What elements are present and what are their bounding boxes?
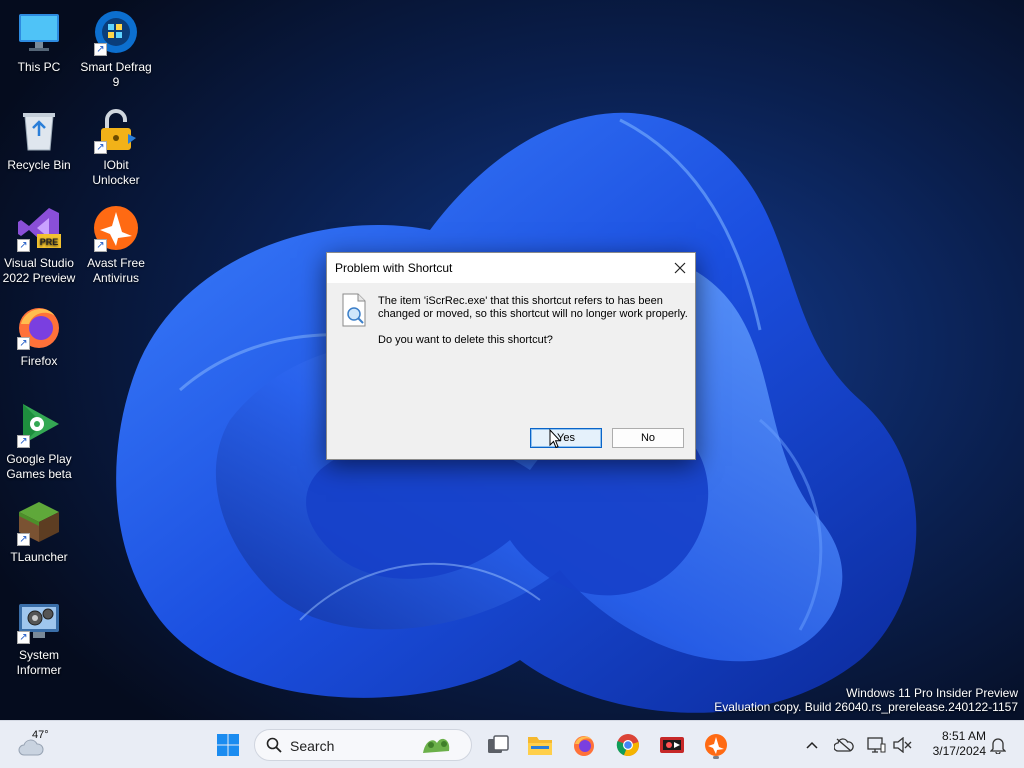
desktop-icon-label: Visual Studio 2022 Preview xyxy=(2,256,76,285)
volume-tray-button[interactable] xyxy=(888,729,916,761)
close-icon xyxy=(674,262,686,274)
task-view-icon xyxy=(488,735,509,753)
screen-recorder-icon xyxy=(660,737,684,753)
desktop-icon-label: Avast Free Antivirus xyxy=(87,256,145,285)
desktop-icon-label: Firefox xyxy=(20,354,58,368)
taskbar-search[interactable]: Search xyxy=(254,729,472,761)
desktop-icon-this-pc[interactable]: This PC xyxy=(1,8,77,75)
missing-file-icon xyxy=(342,293,366,327)
running-indicator xyxy=(713,756,719,759)
clock-date: 3/17/2024 xyxy=(932,744,986,758)
shortcut-arrow-icon: ↗ xyxy=(17,631,30,644)
avast-icon xyxy=(705,734,727,756)
shortcut-arrow-icon: ↗ xyxy=(17,337,30,350)
start-button[interactable] xyxy=(212,729,244,761)
desktop-icon-label: IObit Unlocker xyxy=(92,158,140,187)
avast-taskbar-button[interactable] xyxy=(700,729,732,761)
shortcut-arrow-icon: ↗ xyxy=(94,43,107,56)
evaluation-watermark: Windows 11 Pro Insider Preview Evaluatio… xyxy=(714,686,1018,714)
onedrive-tray-button[interactable] xyxy=(830,729,858,761)
file-explorer-button[interactable] xyxy=(524,729,556,761)
shortcut-arrow-icon: ↗ xyxy=(17,533,30,546)
firefox-icon xyxy=(574,736,594,756)
desktop-icon-visual-studio[interactable]: PRE ↗ Visual Studio 2022 Preview xyxy=(1,204,77,286)
dialog-titlebar[interactable]: Problem with Shortcut xyxy=(327,253,695,283)
desktop-icon-iobit-unlocker[interactable]: ↗ IObit Unlocker xyxy=(78,106,154,188)
chevron-up-icon xyxy=(806,741,818,749)
desktop-icon-tlauncher[interactable]: ↗ TLauncher xyxy=(1,498,77,565)
clock-time: 8:51 AM xyxy=(941,729,986,743)
firefox-taskbar-button[interactable] xyxy=(568,729,600,761)
shortcut-arrow-icon: ↗ xyxy=(17,239,30,252)
monitor-icon xyxy=(19,14,59,51)
desktop-icon-label: This PC xyxy=(17,60,61,74)
mouse-pointer-icon xyxy=(549,429,561,449)
weather-widget[interactable]: 47° xyxy=(14,729,58,761)
notifications-button[interactable] xyxy=(984,729,1012,761)
desktop-icon-label: Smart Defrag 9 xyxy=(80,60,152,89)
watermark-line1: Windows 11 Pro Insider Preview xyxy=(846,686,1018,700)
clock[interactable]: 8:51 AM 3/17/2024 xyxy=(920,729,986,759)
volume-muted-icon xyxy=(893,737,912,753)
no-button[interactable]: No xyxy=(612,428,684,448)
desktop-icon-label: System Informer xyxy=(16,648,62,677)
desktop-icon-google-play-games[interactable]: ↗ Google Play Games beta xyxy=(1,400,77,482)
folder-icon xyxy=(528,737,552,755)
problem-with-shortcut-dialog: Problem with Shortcut The item 'iScrRec.… xyxy=(326,252,696,460)
desktop-icon-avast[interactable]: ↗ Avast Free Antivirus xyxy=(78,204,154,286)
dialog-message: The item 'iScrRec.exe' that this shortcu… xyxy=(378,295,688,320)
shortcut-arrow-icon: ↗ xyxy=(94,239,107,252)
bell-icon xyxy=(990,738,1006,754)
dialog-title: Problem with Shortcut xyxy=(335,261,453,275)
desktop-icon-label: TLauncher xyxy=(10,550,68,564)
desktop-icon-firefox[interactable]: ↗ Firefox xyxy=(1,302,77,369)
recycle-bin-icon xyxy=(23,113,55,151)
dialog-body: The item 'iScrRec.exe' that this shortcu… xyxy=(327,283,695,459)
shortcut-arrow-icon: ↗ xyxy=(17,435,30,448)
network-icon xyxy=(867,737,886,753)
dialog-question: Do you want to delete this shortcut? xyxy=(378,334,553,346)
chrome-icon xyxy=(616,734,639,757)
taskbar: 47° Search 8:51 AM 3/17/2024 xyxy=(0,720,1024,768)
desktop-icon-label: Recycle Bin xyxy=(7,158,71,172)
show-hidden-icons-button[interactable] xyxy=(798,729,826,761)
watermark-line2: Evaluation copy. Build 26040.rs_prerelea… xyxy=(714,700,1018,714)
desktop-icon-smart-defrag[interactable]: ↗ Smart Defrag 9 xyxy=(78,8,154,90)
cloud-offline-icon xyxy=(834,738,854,752)
screen-recorder-taskbar-button[interactable] xyxy=(656,729,688,761)
vs-badge: PRE xyxy=(40,237,59,247)
desktop-icon-system-informer[interactable]: ↗ System Informer xyxy=(1,596,77,678)
desktop-icon-recycle-bin[interactable]: Recycle Bin xyxy=(1,106,77,173)
close-button[interactable] xyxy=(665,253,695,283)
task-view-button[interactable] xyxy=(482,729,514,761)
weather-temperature: 47° xyxy=(32,729,49,741)
shortcut-arrow-icon: ↗ xyxy=(94,141,107,154)
yes-button[interactable]: Yes xyxy=(530,428,602,448)
network-tray-button[interactable] xyxy=(862,729,890,761)
chrome-taskbar-button[interactable] xyxy=(612,729,644,761)
desktop-icon-label: Google Play Games beta xyxy=(6,452,72,481)
search-icon xyxy=(266,737,282,753)
search-placeholder: Search xyxy=(290,738,335,754)
windows-logo-icon xyxy=(217,734,239,756)
search-highlight-icon xyxy=(423,738,450,753)
